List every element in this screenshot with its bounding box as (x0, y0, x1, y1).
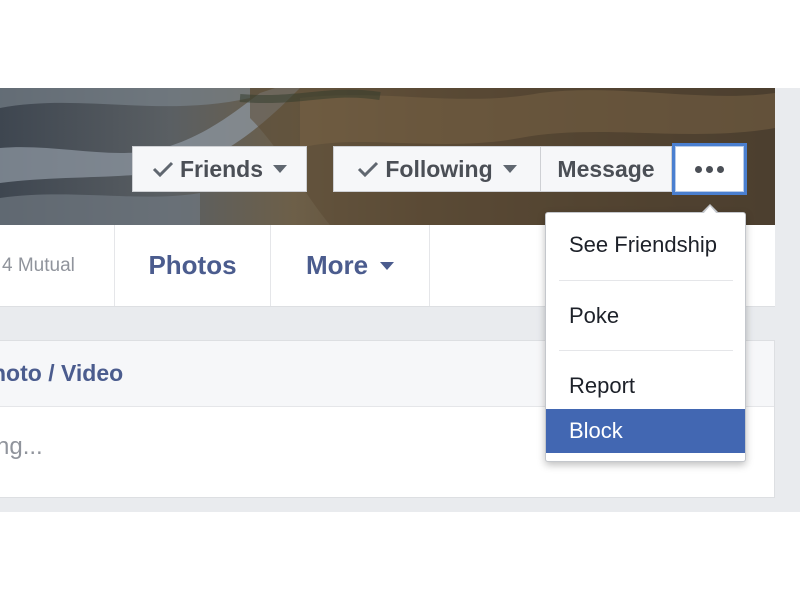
tab-photos-label: Photos (148, 250, 237, 280)
caret-down-icon (273, 165, 288, 173)
caret-down-icon (502, 165, 517, 173)
menu-item-report[interactable]: Report (546, 366, 745, 406)
check-icon (152, 161, 174, 178)
tab-more[interactable]: More (271, 225, 430, 306)
composer-photo-video-label: hoto / Video (0, 360, 124, 386)
menu-separator (559, 350, 733, 351)
mutual-friends-label: 4 Mutual (2, 254, 75, 276)
composer-input[interactable]: ng... (0, 433, 43, 461)
following-button-label: Following (385, 155, 493, 182)
menu-item-block[interactable]: Block (546, 409, 745, 453)
tab-more-label: More (305, 250, 369, 280)
following-button[interactable]: Following (333, 146, 540, 192)
friends-button[interactable]: Friends (132, 146, 307, 192)
menu-item-poke[interactable]: Poke (546, 296, 745, 336)
tab-photos[interactable]: Photos (115, 225, 271, 306)
check-icon (358, 161, 379, 178)
caret-down-icon (380, 261, 395, 270)
menu-item-see-friendship[interactable]: See Friendship (546, 225, 745, 265)
message-button[interactable]: Message (540, 146, 672, 192)
tab-mutual-friends[interactable]: 4 Mutual (0, 225, 115, 306)
message-button-label: Message (557, 155, 655, 182)
menu-separator (559, 280, 733, 281)
more-options-menu: See Friendship Poke Report Block (545, 204, 746, 462)
menu-pointer-inner (703, 206, 717, 214)
more-options-button[interactable] (672, 143, 747, 195)
friends-button-label: Friends (179, 155, 264, 182)
more-dots-icon (695, 165, 724, 173)
